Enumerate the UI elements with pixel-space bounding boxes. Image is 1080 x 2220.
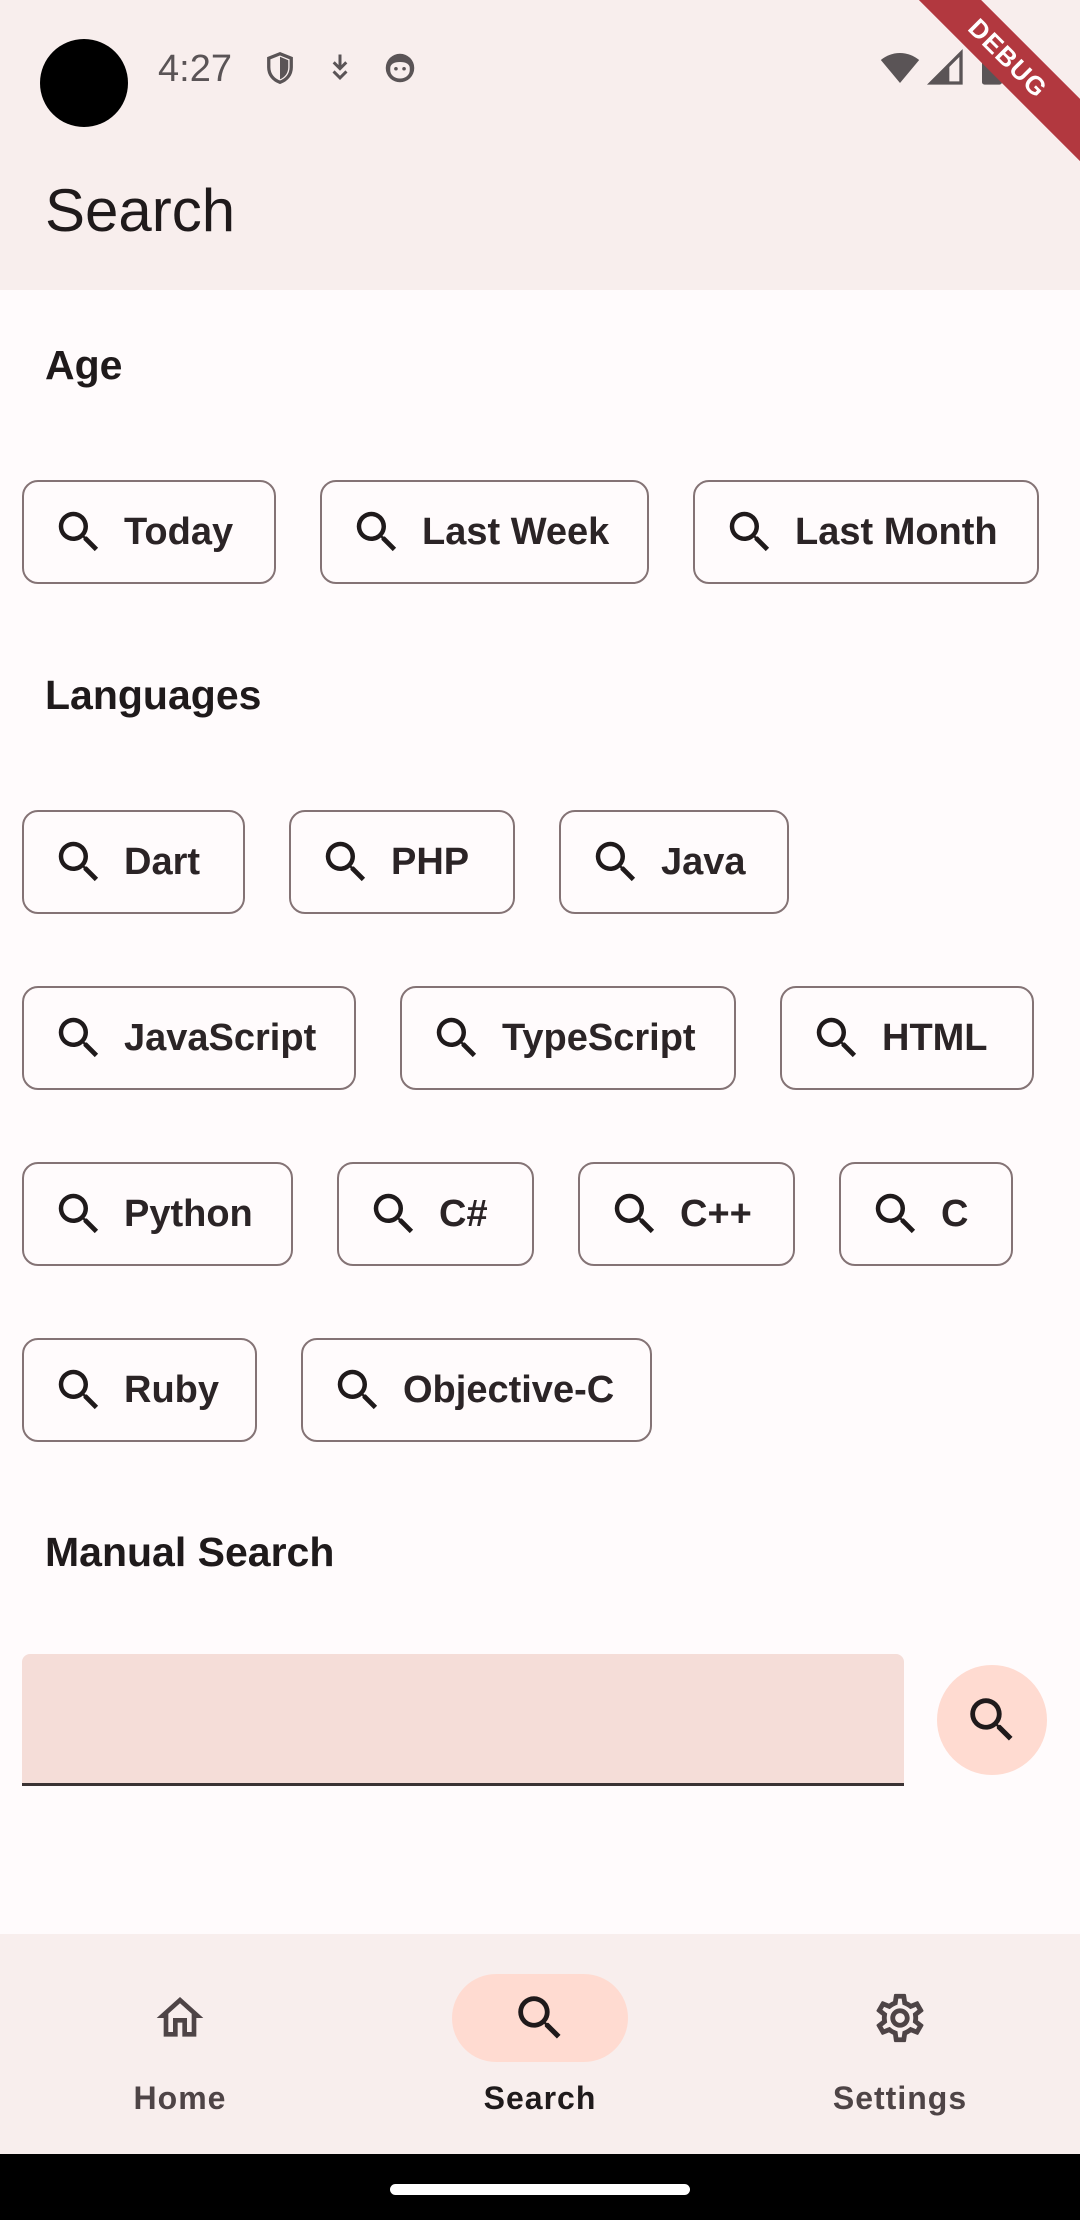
search-icon	[331, 1363, 385, 1417]
camera-cutout	[40, 39, 128, 127]
search-icon	[52, 505, 106, 559]
nav-label-home: Home	[133, 2080, 227, 2116]
chip-java[interactable]: Java	[559, 810, 789, 914]
chip-label: Objective-C	[403, 1368, 615, 1411]
face-icon	[385, 53, 415, 83]
search-icon	[52, 835, 106, 889]
chip-label: JavaScript	[124, 1016, 317, 1059]
chip-dart[interactable]: Dart	[22, 810, 245, 914]
chip-label: C++	[680, 1192, 752, 1235]
search-icon	[608, 1187, 662, 1241]
search-icon	[52, 1363, 106, 1417]
nav-indicator-active	[452, 1974, 628, 2062]
search-icon	[52, 1011, 106, 1065]
chip-label: Today	[124, 510, 234, 553]
chip-label: PHP	[391, 840, 470, 883]
home-gesture-handle[interactable]	[390, 2184, 690, 2195]
home-icon	[156, 1997, 204, 2037]
download-icon	[332, 54, 348, 80]
chip-csharp[interactable]: C#	[337, 1162, 534, 1266]
status-bar: 4:27	[0, 0, 1080, 140]
chip-label: Last Week	[422, 510, 610, 553]
search-icon	[511, 1989, 569, 2047]
chip-label: HTML	[882, 1016, 988, 1059]
chip-label: Last Month	[795, 510, 998, 553]
page-title: Search	[45, 177, 236, 244]
manual-search-button[interactable]	[937, 1665, 1047, 1775]
search-icon	[810, 1011, 864, 1065]
section-title-manual-search: Manual Search	[45, 1529, 335, 1575]
section-title-languages: Languages	[45, 672, 262, 718]
chip-label: Java	[661, 840, 746, 883]
chip-last-week[interactable]: Last Week	[320, 480, 649, 584]
nav-label-search: Search	[483, 2080, 597, 2116]
chip-objective-c[interactable]: Objective-C	[301, 1338, 652, 1442]
search-icon	[963, 1691, 1021, 1749]
chip-label: Ruby	[124, 1368, 219, 1411]
search-icon	[723, 505, 777, 559]
chip-html[interactable]: HTML	[780, 986, 1034, 1090]
nav-indicator	[812, 1974, 988, 2062]
chip-label: Python	[124, 1192, 253, 1235]
chip-ruby[interactable]: Ruby	[22, 1338, 257, 1442]
chip-php[interactable]: PHP	[289, 810, 515, 914]
wifi-icon	[880, 53, 920, 83]
manual-search-input[interactable]	[22, 1654, 904, 1786]
chip-label: TypeScript	[502, 1016, 696, 1059]
system-gesture-bar	[0, 2154, 1080, 2220]
search-icon	[319, 835, 373, 889]
gear-icon	[876, 1993, 924, 2043]
nav-item-settings[interactable]: Settings	[780, 1934, 1020, 2154]
signal-icon	[926, 48, 963, 85]
nav-indicator	[92, 1974, 268, 2062]
chip-label: C	[941, 1192, 969, 1235]
nav-item-search[interactable]: Search	[420, 1934, 660, 2154]
search-icon	[52, 1187, 106, 1241]
status-time: 4:27	[158, 48, 232, 90]
search-icon	[869, 1187, 923, 1241]
chip-c[interactable]: C	[839, 1162, 1013, 1266]
chip-javascript[interactable]: JavaScript	[22, 986, 356, 1090]
search-icon	[350, 505, 404, 559]
nav-label-settings: Settings	[832, 2080, 968, 2116]
chip-today[interactable]: Today	[22, 480, 276, 584]
chip-label: C#	[439, 1192, 488, 1235]
shield-icon	[267, 51, 293, 84]
top-app-surface: 4:27 DEBUG Search	[0, 0, 1080, 290]
bottom-navigation: Home Search Settings	[0, 1934, 1080, 2154]
chip-label: Dart	[124, 840, 201, 883]
chip-python[interactable]: Python	[22, 1162, 293, 1266]
search-icon	[367, 1187, 421, 1241]
nav-item-home[interactable]: Home	[60, 1934, 300, 2154]
search-icon	[430, 1011, 484, 1065]
chip-cpp[interactable]: C++	[578, 1162, 795, 1266]
section-title-age: Age	[45, 342, 123, 388]
search-icon	[589, 835, 643, 889]
chip-last-month[interactable]: Last Month	[693, 480, 1039, 584]
chip-typescript[interactable]: TypeScript	[400, 986, 736, 1090]
